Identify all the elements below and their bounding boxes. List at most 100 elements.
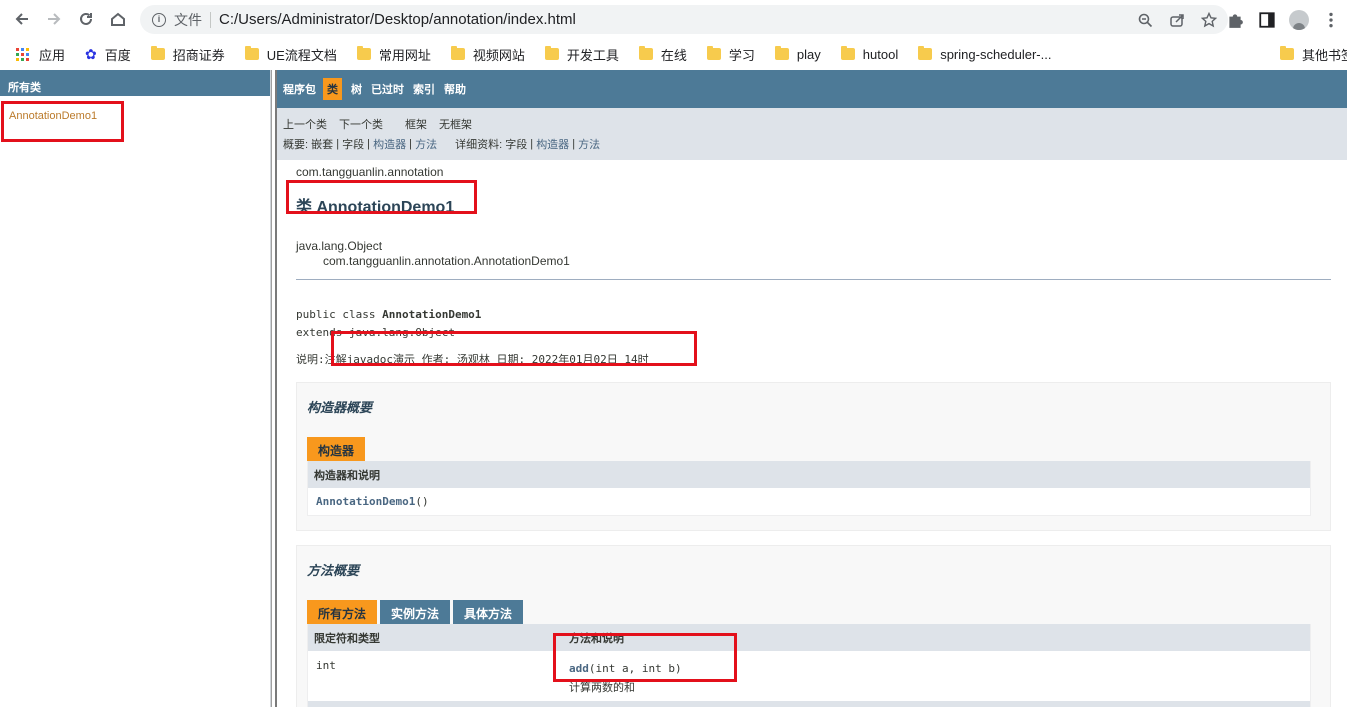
- info-icon[interactable]: i: [152, 12, 166, 27]
- summary-method-link[interactable]: 方法: [415, 136, 437, 152]
- next-class-link[interactable]: 下一个类: [339, 116, 383, 132]
- method-summary: 方法概要 所有方法 实例方法 具体方法 限定符和类型 方法和说明 int add…: [296, 545, 1331, 707]
- bookmark-folder[interactable]: spring-scheduler-...: [918, 46, 1052, 62]
- divider-line: [296, 279, 1331, 280]
- folder-icon: [918, 46, 933, 60]
- share-icon[interactable]: [1168, 11, 1186, 29]
- detail-constructor-link[interactable]: 构造器: [536, 136, 569, 152]
- bookmark-star-icon[interactable]: [1200, 11, 1218, 29]
- bookmark-apps[interactable]: 应用: [16, 45, 65, 64]
- nav-deprecated[interactable]: 已过时: [371, 78, 404, 100]
- bookmark-label: 视频网站: [472, 47, 525, 63]
- nav-index[interactable]: 索引: [413, 78, 435, 100]
- annotation-box-class-list: [1, 101, 124, 142]
- top-nav-bar: 程序包 类 树 已过时 索引 帮助: [277, 70, 1347, 108]
- prev-class-link[interactable]: 上一个类: [283, 116, 327, 132]
- bookmark-label: 百度: [104, 47, 131, 63]
- folder-icon: [840, 46, 855, 60]
- frames-link[interactable]: 框架: [405, 116, 427, 132]
- bookmark-label: 学习: [728, 47, 755, 63]
- bookmark-folder[interactable]: hutool: [840, 46, 899, 62]
- bookmark-label: UE流程文档: [266, 47, 337, 63]
- omnibox-file-label: 文件: [174, 11, 202, 28]
- table-row: AnnotationDemo1(): [308, 488, 1310, 515]
- url-text[interactable]: C:/Users/Administrator/Desktop/annotatio…: [219, 11, 576, 28]
- bookmark-label: hutool: [862, 46, 899, 62]
- menu-kebab-icon[interactable]: [1315, 4, 1347, 36]
- annotation-box-method: [553, 633, 737, 682]
- summary-constructor-link[interactable]: 构造器: [373, 136, 406, 152]
- bookmark-folder[interactable]: 学习: [706, 45, 755, 64]
- decl-prefix: public class: [296, 308, 383, 321]
- bookmark-folder[interactable]: UE流程文档: [244, 45, 337, 64]
- table-row: int add(int a, int b) 计算两数的和: [308, 651, 1310, 701]
- omnibox-separator: [210, 11, 211, 28]
- inherit-parent: java.lang.Object: [296, 239, 383, 253]
- other-bookmarks[interactable]: 其他书签: [1280, 45, 1347, 64]
- bookmark-label: spring-scheduler-...: [940, 46, 1052, 62]
- all-classes-header: 所有类: [0, 70, 270, 96]
- bookmark-label: 招商证券: [172, 47, 225, 63]
- detail-prefix: 详细资料:: [455, 139, 503, 151]
- detail-field: 字段: [505, 139, 528, 151]
- home-icon[interactable]: [102, 3, 134, 35]
- forward-icon[interactable]: [38, 3, 70, 35]
- address-bar[interactable]: i 文件 C:/Users/Administrator/Desktop/anno…: [140, 5, 1228, 34]
- bookmark-folder[interactable]: 开发工具: [544, 45, 619, 64]
- inheritance-tree: java.lang.Object com.tangguanlin.annotat…: [296, 239, 1331, 269]
- package-name: com.tangguanlin.annotation: [296, 165, 444, 179]
- column-header: 构造器和说明: [314, 469, 380, 482]
- bookmark-folder[interactable]: 常用网址: [356, 45, 431, 64]
- tab-constructors[interactable]: 构造器: [307, 437, 366, 461]
- inherit-child: com.tangguanlin.annotation.AnnotationDem…: [323, 254, 570, 268]
- separator: |: [336, 138, 340, 150]
- nav-class[interactable]: 类: [323, 78, 342, 100]
- side-panel-icon[interactable]: [1251, 4, 1283, 36]
- all-classes-frame: 所有类 AnnotationDemo1: [0, 70, 271, 707]
- method-return-type: int: [316, 659, 336, 672]
- annotation-box-description: [331, 331, 697, 366]
- bookmark-folder[interactable]: 视频网站: [450, 45, 525, 64]
- bookmarks-bar: 应用 ✿ 百度 招商证券 UE流程文档 常用网址 视频网站 开发工具 在线 学习…: [0, 38, 1347, 70]
- baidu-paw-icon: ✿: [85, 45, 97, 62]
- constructor-table-header: 构造器和说明: [308, 461, 1310, 488]
- constructor-signature: AnnotationDemo1(): [308, 495, 429, 508]
- folder-icon: [356, 46, 371, 60]
- annotation-box-title: [286, 180, 477, 214]
- separator: |: [409, 138, 413, 150]
- bookmark-folder[interactable]: 招商证券: [150, 45, 225, 64]
- bookmark-label: 常用网址: [378, 47, 431, 63]
- bookmark-folder[interactable]: play: [774, 46, 821, 62]
- avatar: [1289, 10, 1309, 30]
- back-icon[interactable]: [6, 3, 38, 35]
- no-frames-link[interactable]: 无框架: [439, 116, 472, 132]
- folder-icon: [706, 46, 721, 60]
- desc-label: 说明:: [296, 353, 325, 366]
- nav-tree[interactable]: 树: [351, 78, 362, 100]
- detail-method-link[interactable]: 方法: [578, 136, 600, 152]
- decl-class-name: AnnotationDemo1: [382, 308, 482, 321]
- nav-help[interactable]: 帮助: [444, 78, 466, 100]
- bookmark-folder[interactable]: 在线: [638, 45, 687, 64]
- constructor-summary: 构造器概要 构造器 构造器和说明 AnnotationDemo1(): [296, 382, 1331, 531]
- zoom-icon[interactable]: [1136, 11, 1154, 29]
- profile-avatar[interactable]: [1283, 4, 1315, 36]
- table-footer-bar: [308, 701, 1310, 707]
- folder-icon: [150, 46, 165, 60]
- bookmark-label: 开发工具: [566, 47, 619, 63]
- folder-icon: [1280, 46, 1294, 60]
- tab-all-methods[interactable]: 所有方法: [307, 600, 378, 624]
- nav-package[interactable]: 程序包: [283, 78, 316, 100]
- constructor-table: 构造器和说明 AnnotationDemo1(): [307, 461, 1311, 516]
- folder-icon: [544, 46, 559, 60]
- folder-icon: [244, 46, 259, 60]
- reload-icon[interactable]: [70, 3, 102, 35]
- folder-icon: [450, 46, 465, 60]
- extensions-icon[interactable]: [1219, 4, 1251, 36]
- summary-field: 字段: [342, 139, 365, 151]
- bookmark-baidu[interactable]: ✿ 百度: [85, 45, 131, 64]
- constructor-link[interactable]: AnnotationDemo1: [316, 495, 415, 508]
- tab-instance-methods[interactable]: 实例方法: [380, 600, 451, 624]
- sub-nav: 上一个类 下一个类 框架 无框架 概要: 嵌套 | 字段 | 构造器 | 方法 …: [277, 108, 1347, 160]
- tab-concrete-methods[interactable]: 具体方法: [453, 600, 524, 624]
